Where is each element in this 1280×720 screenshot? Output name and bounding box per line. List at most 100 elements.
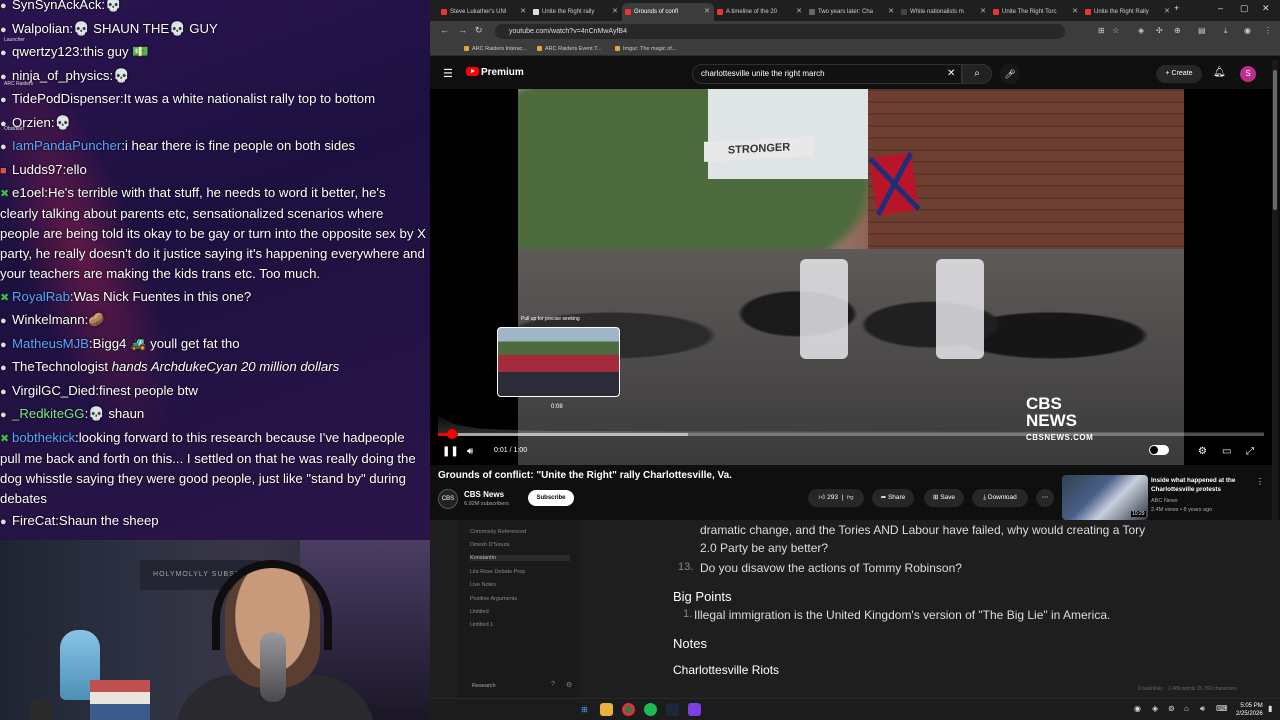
address-bar[interactable]: youtube.com/watch?v=4nCnMwAyfB4: [495, 24, 1065, 39]
system-clock[interactable]: 5:05 PM 2/25/2026: [1236, 702, 1263, 718]
forward-icon[interactable]: →: [458, 25, 467, 35]
sidebar-icon[interactable]: ▤: [1198, 26, 1206, 35]
close-icon[interactable]: ✕: [1072, 3, 1078, 21]
close-window-icon[interactable]: ✕: [1262, 3, 1270, 14]
note-file-item[interactable]: Untitled 1: [470, 622, 493, 628]
browser-tab[interactable]: Two years later: Cha ✕: [806, 3, 898, 21]
close-icon[interactable]: ✕: [1164, 3, 1170, 21]
chat-username[interactable]: IamPandaPuncher: [12, 138, 121, 153]
chat-username[interactable]: _RedkiteGG: [12, 406, 85, 421]
chat-username[interactable]: Winkelmann: [12, 312, 85, 327]
bookmark[interactable]: ARC Raiders Event T...: [537, 43, 601, 55]
note-file-item[interactable]: Untitled: [470, 609, 489, 615]
theater-mode-icon[interactable]: ▭: [1222, 446, 1231, 457]
scrollbar-thumb[interactable]: [1273, 70, 1277, 210]
back-icon[interactable]: ←: [440, 25, 449, 35]
channel-name[interactable]: CBS News: [464, 490, 504, 499]
extension-icon[interactable]: ◈: [1138, 26, 1144, 35]
video-frame[interactable]: STRONGER CBS NEWS CBSNEWS.COM: [518, 89, 1184, 465]
note-file-item[interactable]: Commonly Referenced: [470, 529, 526, 535]
maximize-icon[interactable]: ▢: [1240, 3, 1249, 14]
close-icon[interactable]: ✕: [980, 3, 986, 21]
save-button[interactable]: ⊞ Save: [924, 489, 964, 507]
create-button[interactable]: + Create: [1156, 65, 1202, 83]
voice-search-button[interactable]: 🎤︎: [1000, 64, 1020, 84]
autoplay-toggle[interactable]: [1149, 445, 1169, 455]
close-icon[interactable]: ✕: [796, 3, 802, 21]
note-file-item[interactable]: Dinesh D'Souza: [470, 542, 509, 548]
fullscreen-icon[interactable]: ⤢: [1246, 446, 1254, 457]
thumbs-down-icon[interactable]: 👎︎: [847, 494, 854, 501]
browser-tab[interactable]: Unite The Right Torc ✕: [990, 3, 1082, 21]
browser-tab[interactable]: A timeline of the 20 ✕: [714, 3, 806, 21]
chat-username[interactable]: MatheusMJB: [12, 336, 89, 351]
arc-raiders-label[interactable]: ARC Raiders: [4, 81, 33, 87]
close-icon[interactable]: ✕: [520, 3, 526, 21]
chat-username[interactable]: Ludds97: [12, 162, 63, 177]
note-file-item-active[interactable]: Konstantin: [470, 555, 570, 561]
install-icon[interactable]: ⊞: [1098, 26, 1105, 35]
chat-username[interactable]: RoyalRab: [12, 289, 70, 304]
new-tab-icon[interactable]: +: [1174, 3, 1179, 13]
tray-app-icon[interactable]: ⊚: [1168, 704, 1175, 713]
chat-username[interactable]: TheTechnologist: [12, 359, 108, 374]
bookmark-star-icon[interactable]: ☆: [1112, 26, 1119, 35]
browser-tab[interactable]: Unite the Right Rally ✕: [1082, 3, 1174, 21]
pause-icon[interactable]: ❚❚: [442, 446, 459, 457]
minimize-icon[interactable]: –: [1218, 3, 1223, 13]
spotify-icon[interactable]: [644, 703, 657, 716]
thumbs-up-icon[interactable]: 👍︎: [819, 494, 826, 501]
close-icon[interactable]: ✕: [888, 3, 894, 21]
bookmark[interactable]: ARC Raiders Interac...: [464, 43, 527, 55]
note-file-item[interactable]: Lila Rose Debate Prep: [470, 569, 525, 575]
chat-username[interactable]: e1oel: [12, 185, 44, 200]
channel-avatar[interactable]: CBS: [438, 489, 458, 509]
reload-icon[interactable]: ↻: [475, 25, 483, 36]
close-icon[interactable]: ✕: [612, 3, 618, 21]
menu-dots-icon[interactable]: ⋮: [1264, 26, 1272, 35]
notification-icon[interactable]: ▮: [1268, 704, 1272, 713]
subscribe-button[interactable]: Subscribe: [528, 490, 574, 506]
page-scrollbar[interactable]: [1272, 60, 1278, 520]
search-button[interactable]: ⌕: [962, 64, 992, 84]
hamburger-menu-icon[interactable]: ☰: [443, 67, 453, 80]
settings-gear-icon[interactable]: ⚙: [566, 681, 572, 689]
network-icon[interactable]: ⌂: [1184, 704, 1189, 713]
more-options-icon[interactable]: ⋮: [1256, 477, 1264, 486]
search-input[interactable]: charlottesville unite the right march: [692, 64, 962, 84]
like-dislike-button[interactable]: 👍︎ 293 | 👎︎: [808, 489, 864, 507]
vault-name[interactable]: Research: [472, 683, 496, 689]
tray-app-icon[interactable]: ◉: [1134, 704, 1141, 713]
extension-icon[interactable]: ⊕: [1174, 26, 1181, 35]
steam-icon[interactable]: [666, 703, 679, 716]
extension-icon[interactable]: ✣: [1156, 26, 1163, 35]
obsidian-icon[interactable]: [688, 703, 701, 716]
video-player[interactable]: STRONGER CBS NEWS CBSNEWS.COM Pull up fo…: [430, 89, 1272, 465]
obsidian-label[interactable]: Obsidian: [4, 126, 24, 132]
tray-app-icon[interactable]: ◈: [1152, 704, 1158, 713]
profile-icon[interactable]: ◉: [1244, 26, 1251, 35]
download-button[interactable]: ⤓ Download: [972, 489, 1028, 507]
volume-icon[interactable]: 🔊︎: [1200, 704, 1205, 714]
chrome-icon[interactable]: [622, 703, 635, 716]
related-video-title[interactable]: Inside what happened at the Charlottesvi…: [1151, 477, 1261, 494]
browser-tab[interactable]: White nationalists m ✕: [898, 3, 990, 21]
note-file-item[interactable]: Positive Arguments: [470, 596, 517, 602]
share-button[interactable]: ➦ Share: [872, 489, 914, 507]
browser-tab-active[interactable]: Grounds of confl ✕: [622, 3, 714, 21]
account-avatar[interactable]: S: [1240, 66, 1256, 82]
help-icon[interactable]: ?: [551, 681, 555, 688]
related-video-channel[interactable]: ABC News: [1151, 498, 1178, 504]
chat-username[interactable]: VirgilGC_Died: [12, 383, 95, 398]
progress-bar[interactable]: [438, 433, 1264, 436]
bookmark[interactable]: Imgur: The magic of...: [615, 43, 676, 55]
chat-username[interactable]: FireCat: [12, 513, 55, 528]
download-icon[interactable]: ⤓: [1224, 26, 1228, 36]
clear-search-icon[interactable]: ✕: [947, 68, 955, 79]
settings-gear-icon[interactable]: ⚙: [1198, 446, 1207, 457]
keyboard-icon[interactable]: ⌨: [1216, 704, 1228, 713]
chat-username[interactable]: bobthekick: [12, 430, 75, 445]
windows-start-icon[interactable]: ⊞: [578, 703, 591, 716]
launcher-label[interactable]: Launcher: [4, 37, 25, 43]
close-icon[interactable]: ✕: [704, 3, 710, 21]
